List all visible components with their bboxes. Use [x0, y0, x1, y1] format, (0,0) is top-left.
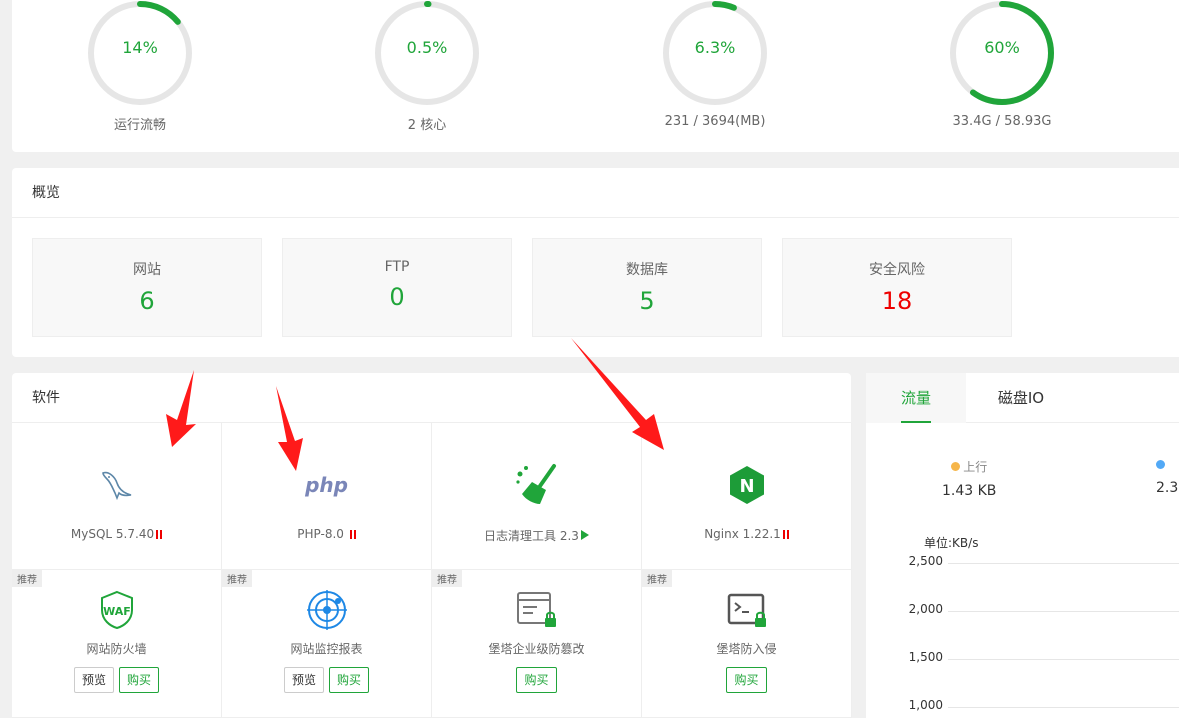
- grid-line: [948, 563, 1179, 564]
- terminal-lock-icon: [727, 593, 766, 627]
- mysql-dolphin-icon: [101, 471, 131, 501]
- recommend-site-monitor[interactable]: 推荐 网站监控报表 预览 购买: [222, 570, 432, 718]
- tab-disk-io[interactable]: 磁盘IO: [976, 373, 1066, 423]
- svg-text:N: N: [739, 476, 754, 497]
- software-log-cleaner[interactable]: 日志清理工具 2.3: [432, 423, 642, 570]
- overview-label: 安全风险: [869, 262, 925, 278]
- broom-icon: [515, 464, 556, 504]
- overview-card: 概览 网站 6 FTP 0 数据库 5 安全风险 18: [12, 168, 1179, 357]
- recommend-badge: 推荐: [642, 570, 672, 587]
- y-tick: 2,000: [908, 602, 943, 616]
- download-label: [1156, 458, 1179, 472]
- overview-label: 数据库: [626, 262, 668, 278]
- buy-button[interactable]: 购买: [516, 667, 557, 693]
- play-icon[interactable]: [580, 530, 589, 540]
- chart-unit: 单位:KB/s: [924, 536, 979, 550]
- recommend-tamper-proof[interactable]: 推荐 堡塔企业级防篡改 购买: [432, 570, 642, 718]
- buy-button[interactable]: 购买: [119, 667, 160, 693]
- traffic-card: 流量 磁盘IO 上行 1.43 KB 2.37 单位:KB/s 2,500 2,…: [866, 373, 1179, 718]
- software-card: 软件 MySQL 5.7.40 php PHP-8.0 日志清理工具 2.3 N…: [12, 373, 852, 718]
- gauge-disk[interactable]: 60% 33.4G / 58.93G: [947, 0, 1057, 129]
- grid-line: [948, 659, 1179, 660]
- recommend-badge: 推荐: [12, 570, 42, 587]
- recommend-name: 网站防火墙: [86, 642, 147, 656]
- tab-traffic[interactable]: 流量: [866, 373, 966, 423]
- upload-label: 上行: [942, 458, 996, 475]
- download-stat: 2.37: [1156, 458, 1179, 496]
- overview-value: 0: [389, 283, 405, 311]
- software-name: Nginx 1.22.1: [642, 527, 851, 541]
- recommend-name: 堡塔防入侵: [716, 642, 777, 656]
- gauge-caption: 2 核心: [407, 118, 447, 133]
- nginx-logo-icon: N: [729, 466, 764, 504]
- buy-button[interactable]: 购买: [329, 667, 370, 693]
- php-logo-icon: php: [305, 473, 348, 497]
- gauge-memory[interactable]: 6.3% 231 / 3694(MB): [660, 0, 770, 129]
- upload-stat: 上行 1.43 KB: [942, 458, 996, 499]
- overview-label: FTP: [384, 259, 410, 275]
- pause-icon[interactable]: [782, 530, 789, 539]
- overview-title: 概览: [12, 168, 1179, 218]
- gauge-percent: 14%: [122, 38, 158, 57]
- gauge-percent: 6.3%: [694, 38, 736, 57]
- overview-security-risk[interactable]: 安全风险 18: [782, 238, 1012, 337]
- preview-button[interactable]: 预览: [283, 667, 324, 693]
- overview-ftp[interactable]: FTP 0: [282, 238, 512, 337]
- status-card: 14% 运行流畅 0.5% 2 核心 6.3% 231 / 3694(MB) 6…: [12, 0, 1179, 152]
- svg-text:WAF: WAF: [103, 605, 131, 618]
- grid-line: [948, 611, 1179, 612]
- overview-label: 网站: [133, 262, 161, 278]
- waf-shield-icon: WAF: [100, 590, 133, 630]
- gauge-caption: 231 / 3694(MB): [664, 114, 766, 129]
- recommend-badge: 推荐: [222, 570, 252, 587]
- overview-value: 18: [881, 287, 913, 315]
- gauge-load[interactable]: 14% 运行流畅: [85, 0, 195, 133]
- pause-icon[interactable]: [156, 530, 163, 539]
- software-name: MySQL 5.7.40: [12, 527, 221, 541]
- overview-value: 6: [139, 287, 155, 315]
- overview-value: 5: [639, 287, 655, 315]
- grid-line: [948, 707, 1179, 708]
- software-name: PHP-8.0: [222, 527, 431, 541]
- gauge-caption: 运行流畅: [113, 118, 166, 133]
- gauge-caption: 33.4G / 58.93G: [952, 114, 1052, 129]
- software-php[interactable]: php PHP-8.0: [222, 423, 432, 570]
- recommend-waf[interactable]: 推荐 WAF 网站防火墙 预览 购买: [12, 570, 222, 718]
- preview-button[interactable]: 预览: [73, 667, 114, 693]
- traffic-tabs: 流量 磁盘IO: [866, 373, 1179, 423]
- software-name: 日志清理工具 2.3: [432, 527, 641, 544]
- gauge-percent: 0.5%: [406, 38, 448, 57]
- overview-sites[interactable]: 网站 6: [32, 238, 262, 337]
- y-tick: 1,000: [908, 698, 943, 712]
- pause-icon[interactable]: [349, 530, 356, 539]
- gauge-percent: 60%: [984, 38, 1020, 57]
- download-legend-dot: [1156, 460, 1165, 469]
- download-value: 2.37: [1156, 480, 1179, 496]
- radar-monitor-icon: [306, 590, 347, 630]
- recommend-name: 堡塔企业级防篡改: [488, 642, 585, 656]
- y-tick: 2,500: [908, 554, 943, 568]
- software-nginx[interactable]: N Nginx 1.22.1: [642, 423, 852, 570]
- recommend-badge: 推荐: [432, 570, 462, 587]
- browser-lock-icon: [516, 592, 556, 627]
- software-mysql[interactable]: MySQL 5.7.40: [12, 423, 222, 570]
- gauge-cpu[interactable]: 0.5% 2 核心: [372, 0, 482, 133]
- upload-legend-dot: [951, 462, 961, 471]
- y-tick: 1,500: [908, 650, 943, 664]
- recommend-intrusion-prevention[interactable]: 推荐 堡塔防入侵 购买: [642, 570, 852, 718]
- upload-value: 1.43 KB: [942, 483, 997, 499]
- overview-database[interactable]: 数据库 5: [532, 238, 762, 337]
- recommend-name: 网站监控报表: [290, 642, 363, 656]
- buy-button[interactable]: 购买: [726, 667, 767, 693]
- software-title: 软件: [12, 373, 851, 423]
